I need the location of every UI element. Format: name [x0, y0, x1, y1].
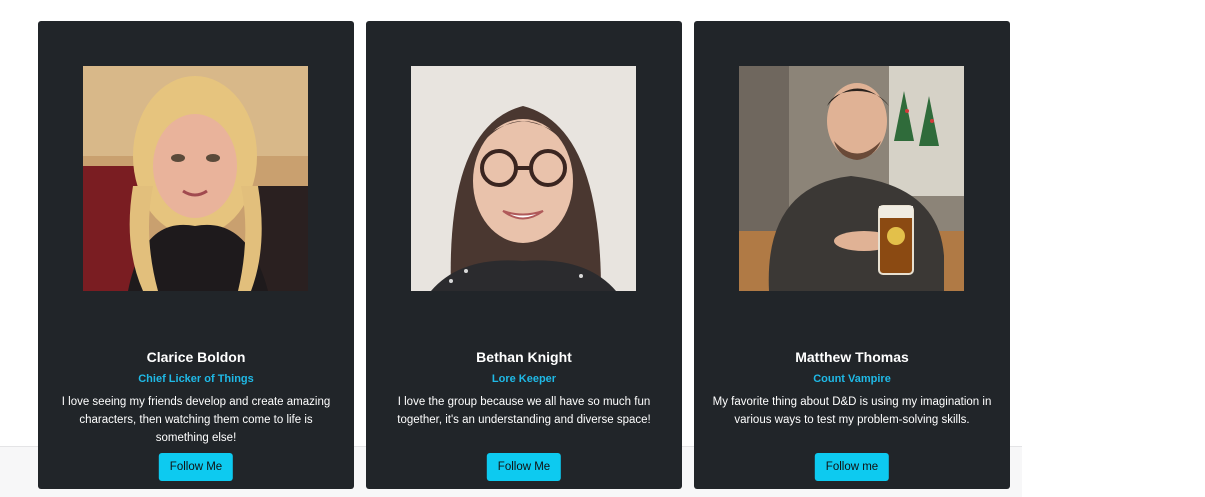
member-bio: I love the group because we all have so …	[397, 396, 651, 426]
follow-button[interactable]: Follow Me	[158, 453, 234, 481]
follow-button[interactable]: Follow me	[814, 453, 890, 481]
member-photo	[83, 66, 308, 291]
member-name: Clarice Boldon	[146, 349, 246, 365]
member-role: Chief Licker of Things	[138, 373, 254, 385]
team-page: Clarice Boldon Chief Licker of Things I …	[0, 0, 1205, 497]
member-card-list: Clarice Boldon Chief Licker of Things I …	[38, 21, 1010, 489]
member-photo	[411, 66, 636, 291]
member-name: Matthew Thomas	[795, 349, 909, 365]
follow-button[interactable]: Follow Me	[486, 453, 562, 481]
member-bio: My favorite thing about D&D is using my …	[712, 396, 992, 426]
member-role: Count Vampire	[813, 373, 891, 385]
member-card: Matthew Thomas Count Vampire My favorite…	[694, 21, 1010, 489]
member-photo	[739, 66, 964, 291]
member-name: Bethan Knight	[476, 349, 572, 365]
member-card: Clarice Boldon Chief Licker of Things I …	[38, 21, 354, 489]
member-card: Bethan Knight Lore Keeper I love the gro…	[366, 21, 682, 489]
member-role: Lore Keeper	[491, 373, 557, 385]
member-bio: I love seeing my friends develop and cre…	[61, 396, 331, 444]
